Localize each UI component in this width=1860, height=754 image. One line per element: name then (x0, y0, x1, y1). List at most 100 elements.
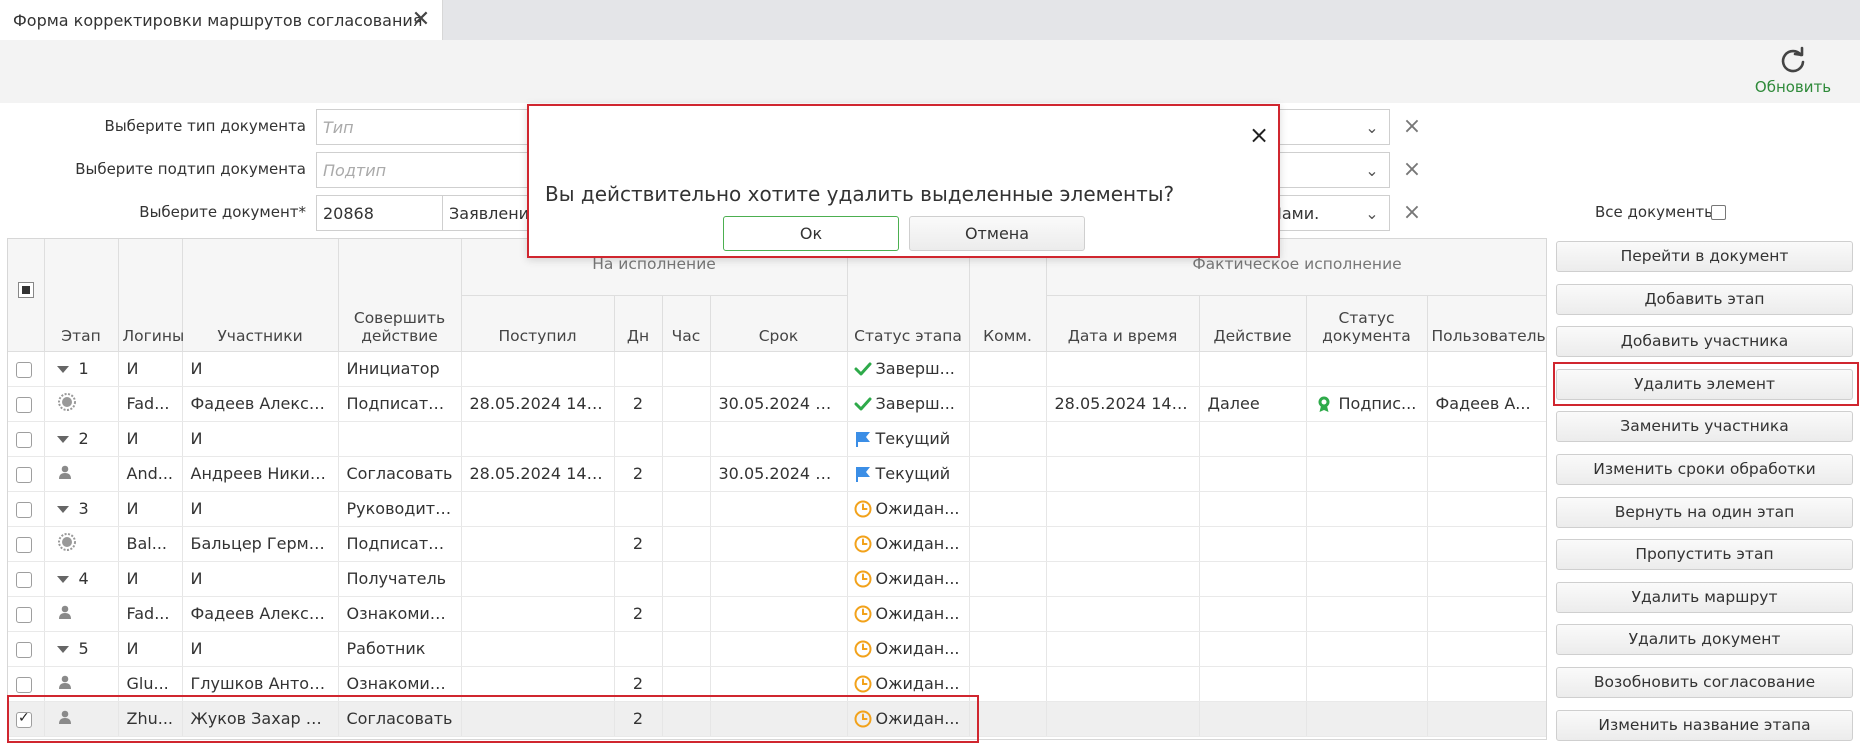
side-button-1[interactable]: Добавить этап (1556, 283, 1853, 315)
row-checkbox[interactable] (16, 536, 32, 553)
cell-action-text: Руководите... (346, 499, 461, 518)
row-checkbox-cell[interactable] (8, 456, 45, 492)
select-all-checkbox[interactable] (17, 281, 34, 298)
chevron-down-icon[interactable]: ⌄ (1362, 118, 1382, 138)
table-row[interactable]: 5 И И Работник Ожидан... (8, 631, 1546, 667)
cell-doc-status (1306, 491, 1428, 527)
table-row[interactable]: 3 И И Руководите... Ожидан... (8, 491, 1546, 527)
col-participants[interactable]: Участники (182, 239, 339, 352)
side-button-5[interactable]: Изменить сроки обработки (1556, 454, 1853, 485)
row-checkbox[interactable] (16, 431, 32, 448)
col-days[interactable]: Дн (614, 295, 663, 352)
document-number-field[interactable]: 20868 (316, 195, 443, 231)
row-checkbox[interactable] (16, 676, 32, 693)
row-checkbox-cell[interactable] (8, 561, 45, 597)
col-received[interactable]: Поступил (461, 295, 615, 352)
row-checkbox[interactable] (16, 501, 32, 518)
row-checkbox-cell[interactable] (8, 666, 45, 702)
side-button-10[interactable]: Возобновить согласование (1556, 667, 1853, 698)
side-button-0[interactable]: Перейти в документ (1556, 241, 1853, 272)
cell-user (1427, 631, 1546, 667)
side-button-7[interactable]: Пропустить этап (1556, 539, 1853, 571)
cell-participant-text: И (190, 359, 203, 378)
col-deadline[interactable]: Срок (710, 295, 848, 352)
cell-stage-status: Ожидан... (847, 561, 970, 597)
col-doc-status[interactable]: Статус документа (1306, 295, 1428, 352)
row-checkbox[interactable] (16, 571, 32, 588)
row-checkbox[interactable] (16, 710, 32, 728)
side-button-8[interactable]: Удалить маршрут (1556, 581, 1853, 613)
cell-stage-status-text: Ожидан... (875, 603, 960, 623)
row-checkbox-cell[interactable] (8, 596, 45, 632)
row-checkbox-cell[interactable] (8, 351, 45, 387)
expand-caret-icon[interactable] (56, 646, 69, 653)
clear-doc-subtype-icon[interactable]: × (1402, 159, 1422, 181)
chevron-down-icon[interactable]: ⌄ (1362, 204, 1382, 224)
refresh-button[interactable]: Обновить (1750, 46, 1836, 98)
cell-hours (662, 386, 711, 422)
cell-login: И (118, 351, 183, 387)
cell-user (1427, 596, 1546, 632)
cell-received (461, 666, 615, 702)
expand-caret-icon[interactable] (56, 506, 69, 513)
clear-document-icon[interactable]: × (1402, 202, 1422, 224)
expand-caret-icon[interactable] (56, 576, 69, 583)
side-button-11[interactable]: Изменить название этапа (1556, 709, 1853, 741)
cell-login-text: И (126, 499, 139, 518)
col-stage[interactable]: Этап (44, 239, 119, 352)
col-user[interactable]: Пользователь (1427, 295, 1546, 352)
table-row[interactable]: 1 И И Инициатор Заверш... (8, 351, 1546, 387)
side-button-6[interactable]: Вернуть на один этап (1556, 496, 1853, 528)
clear-doc-type-icon[interactable]: × (1402, 116, 1422, 138)
col-hours[interactable]: Час (662, 295, 711, 352)
side-button-9[interactable]: Удалить документ (1556, 624, 1853, 656)
table-row[interactable]: Fad... Фадеев Алексе... Ознакомит... 2 Ожида… (8, 596, 1546, 632)
side-button-2[interactable]: Добавить участника (1556, 326, 1853, 358)
table-row[interactable]: 2 И И Текущий (8, 421, 1546, 457)
col-datetime[interactable]: Дата и время (1046, 295, 1200, 352)
row-checkbox[interactable] (16, 606, 32, 623)
col-login[interactable]: Логины (118, 239, 184, 352)
row-checkbox[interactable] (16, 361, 32, 378)
document-name-value: Заявление (449, 203, 539, 223)
cell-participant-text: И (190, 569, 203, 588)
row-checkbox-cell[interactable] (8, 631, 45, 667)
row-checkbox[interactable] (16, 641, 32, 658)
table-row[interactable]: And... Андреев Никит... Согласовать 28.05.2… (8, 456, 1546, 492)
cell-act (1199, 526, 1307, 562)
row-checkbox-cell[interactable] (8, 421, 45, 457)
close-icon[interactable]: ✕ (410, 9, 432, 31)
expand-caret-icon[interactable] (56, 366, 69, 373)
cell-stage-status: Заверш... (847, 351, 970, 387)
col-act[interactable]: Действие (1199, 295, 1307, 352)
table-row[interactable]: Zhu... Жуков Захар За... Согласовать 2 Ожида… (8, 701, 1546, 737)
row-checkbox-cell[interactable] (8, 491, 45, 527)
cell-hours (662, 456, 711, 492)
chevron-down-icon[interactable]: ⌄ (1362, 161, 1382, 181)
row-checkbox-cell[interactable] (8, 526, 45, 562)
row-checkbox-cell[interactable] (8, 386, 45, 422)
cell-stage (44, 666, 119, 702)
table-row[interactable]: Fad... Фадеев Алексе... Подписать ... 28.05… (8, 386, 1546, 422)
row-checkbox-cell[interactable] (8, 701, 45, 737)
all-documents-checkbox[interactable] (1711, 205, 1726, 220)
table-row[interactable]: Bal... Бальцер Герма... Подписать ... 2 Ожид… (8, 526, 1546, 562)
side-button-3[interactable]: Удалить элемент (1556, 368, 1853, 400)
cell-participant-text: Жуков Захар За... (190, 709, 338, 728)
cell-stage-status: Заверш... (847, 386, 970, 422)
ok-button[interactable]: Ок (723, 216, 899, 251)
close-icon[interactable]: × (1248, 123, 1270, 147)
expand-caret-icon[interactable] (56, 436, 69, 443)
row-checkbox[interactable] (16, 466, 32, 483)
side-button-4[interactable]: Заменить участника (1556, 411, 1853, 443)
cell-days-text: 2 (632, 394, 644, 413)
table-row[interactable]: Glu... Глушков Антон ... Ознакомит... 2 Ожид… (8, 666, 1546, 702)
cancel-button[interactable]: Отмена (909, 216, 1085, 251)
tab-route-correction[interactable]: Форма корректировки маршрутов согласован… (0, 0, 443, 40)
col-action[interactable]: Совершить действие (338, 239, 462, 352)
table-row[interactable]: 4 И И Получатель Ожидан... (8, 561, 1546, 597)
cell-login: Glu... (118, 666, 183, 702)
cell-action: Инициатор (338, 351, 462, 387)
row-checkbox[interactable] (16, 396, 32, 413)
cell-login: Fad... (118, 386, 183, 422)
